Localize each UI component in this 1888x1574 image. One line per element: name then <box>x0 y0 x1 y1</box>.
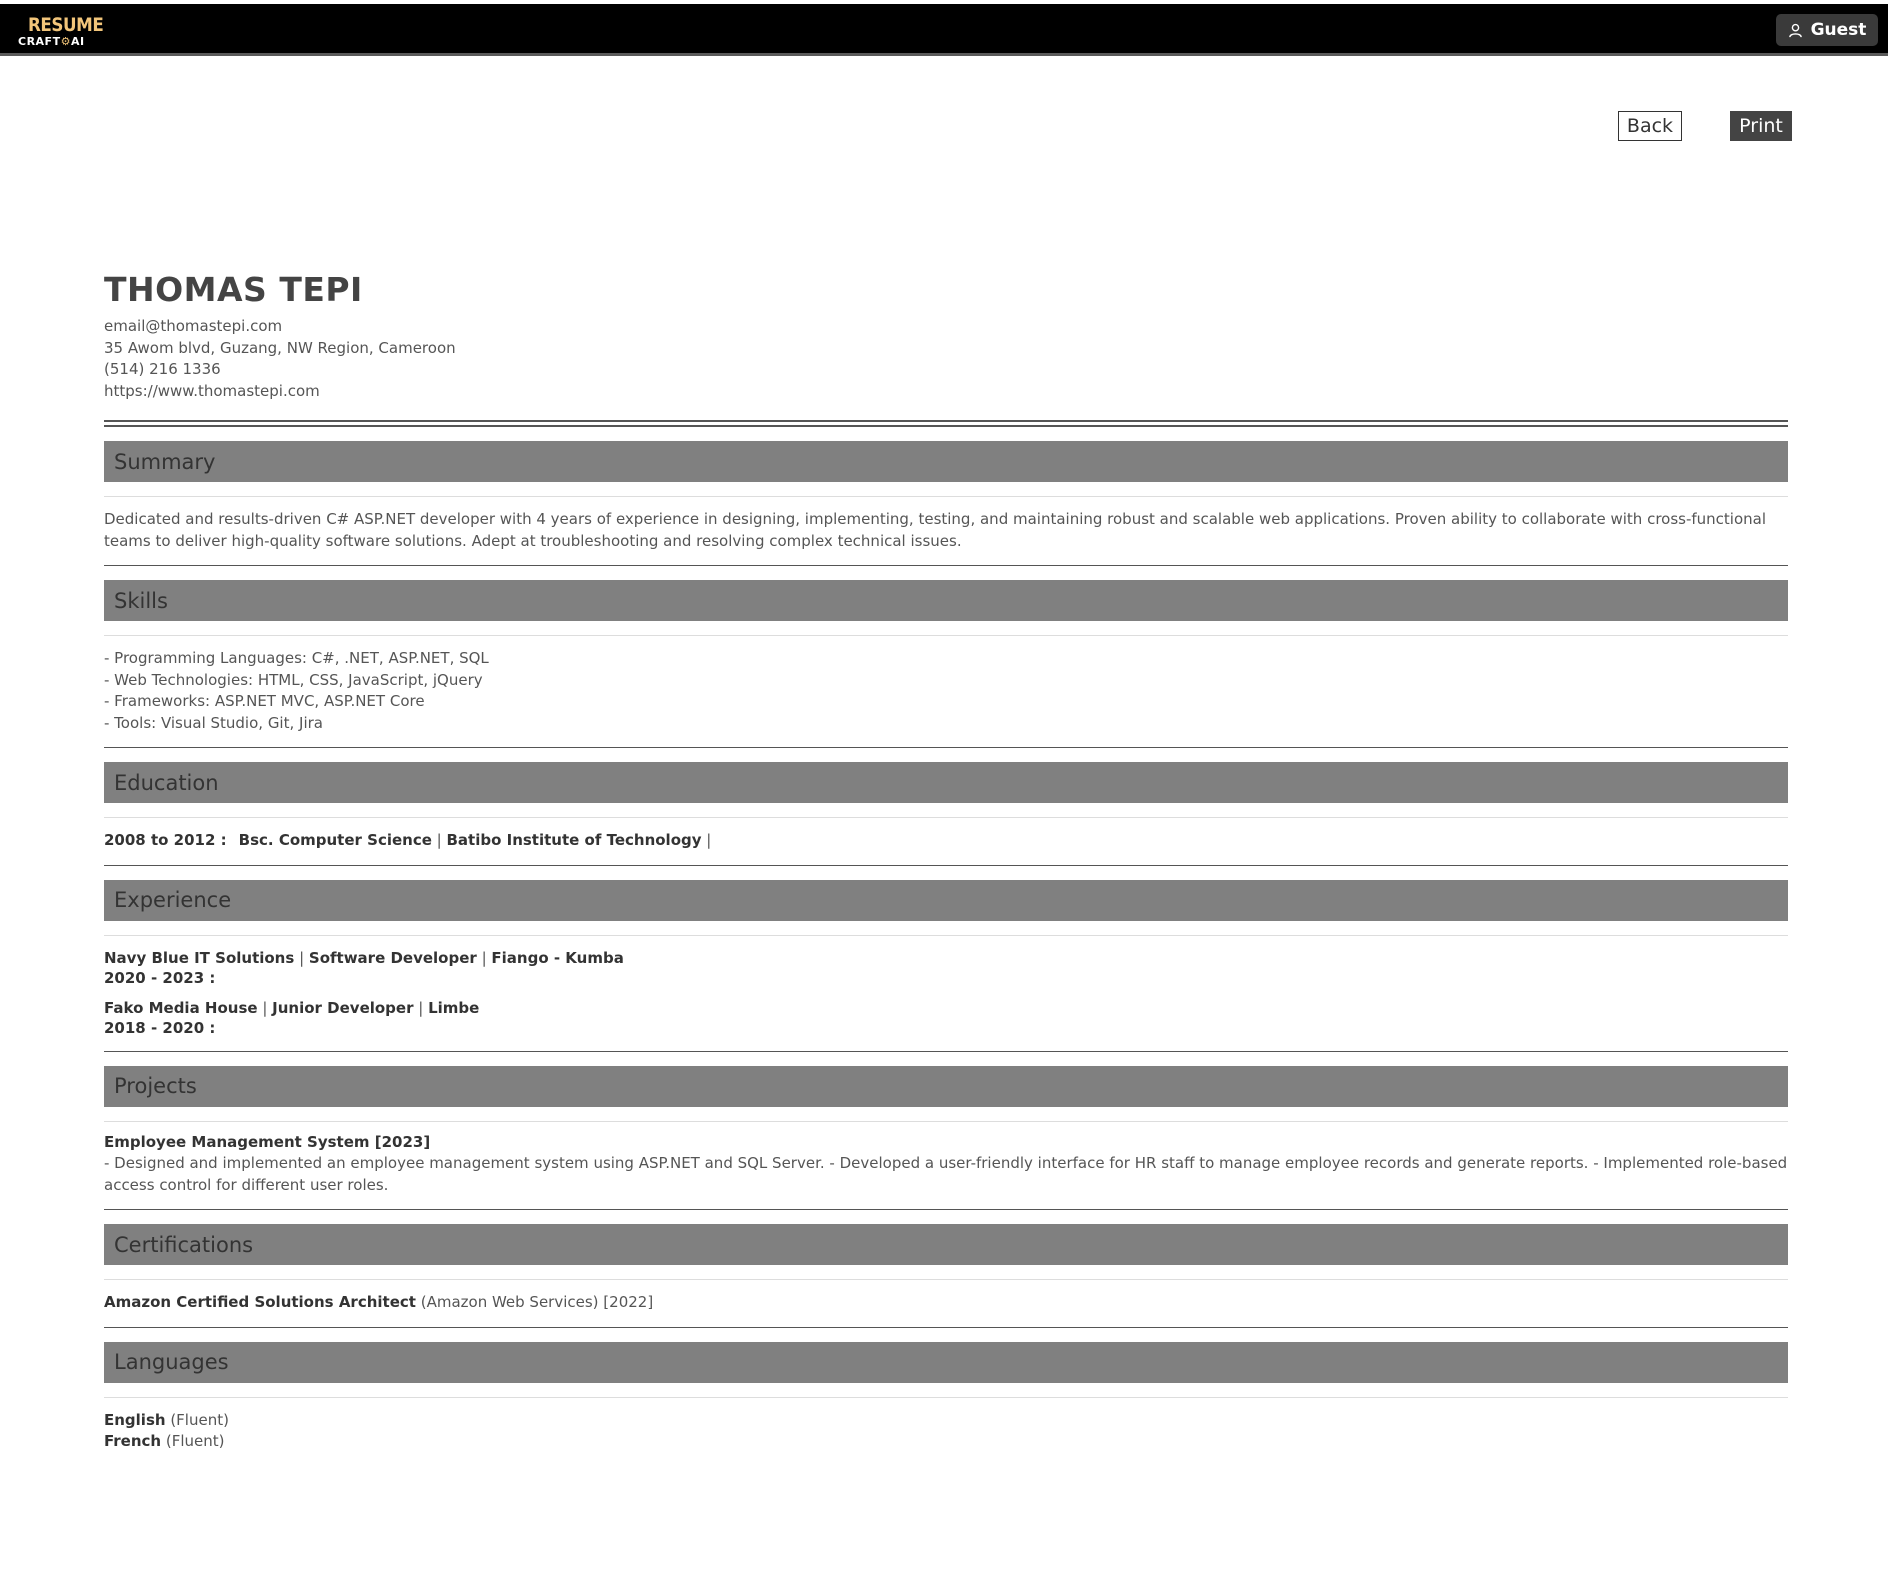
skills-list: - Programming Languages: C#, .NET, ASP.N… <box>104 636 1788 747</box>
section-title: Summary <box>114 449 216 474</box>
experience-entry: Navy Blue IT Solutions | Software Develo… <box>104 948 1788 988</box>
languages-list: English (Fluent) French (Fluent) <box>104 1398 1788 1466</box>
gear-icon: ⚙ <box>60 35 71 48</box>
section-divider <box>104 1326 1788 1328</box>
section-title: Certifications <box>114 1232 254 1257</box>
project-description: - Designed and implemented an employee m… <box>104 1154 1788 1194</box>
education-degree: Bsc. Computer Science <box>238 831 432 849</box>
language-entry: English (Fluent) <box>104 1410 1788 1432</box>
summary-text: Dedicated and results-driven C# ASP.NET … <box>104 510 1767 550</box>
section-header-languages: Languages <box>104 1341 1788 1383</box>
project-entry: Employee Management System [2023] - Desi… <box>104 1122 1788 1210</box>
experience-separator: | <box>257 998 273 1017</box>
logo-craft-text: CRAFT <box>18 35 61 48</box>
certification-issuer: (Amazon Web Services) [2022] <box>415 1293 654 1311</box>
resume-name: THOMAS TEPI <box>104 270 363 309</box>
back-button[interactable]: Back <box>1618 111 1682 141</box>
section-title: Languages <box>114 1350 229 1374</box>
contact-address: 35 Awom blvd, Guzang, NW Region, Cameroo… <box>104 338 456 357</box>
education-school: Batibo Institute of Technology <box>446 831 702 849</box>
experience-dates: 2018 - 2020 : <box>104 1018 216 1037</box>
logo-wordmark-bottom: CRAFT⚙AI <box>18 36 114 47</box>
top-navbar: RESUME CRAFT⚙AI Guest <box>0 4 1888 56</box>
experience-list: Navy Blue IT Solutions | Software Develo… <box>104 936 1788 1051</box>
resume-craft-ai-logo[interactable]: RESUME CRAFT⚙AI <box>18 14 114 48</box>
section-header-certifications: Certifications <box>104 1224 1788 1265</box>
skill-item: - Web Technologies: HTML, CSS, JavaScrip… <box>104 670 483 689</box>
language-name: English <box>104 1410 166 1429</box>
skill-item: - Frameworks: ASP.NET MVC, ASP.NET Core <box>104 692 425 710</box>
header-divider <box>104 420 1788 427</box>
section-divider <box>104 747 1788 748</box>
experience-entry: Fako Media House | Junior Developer | Li… <box>104 998 1788 1038</box>
section-divider <box>104 864 1788 866</box>
certification-name: Amazon Certified Solutions Architect <box>104 1293 416 1311</box>
skill-item: - Programming Languages: C#, .NET, ASP.N… <box>104 649 489 667</box>
print-button[interactable]: Print <box>1730 111 1792 141</box>
project-name: Employee Management System [2023] <box>104 1132 431 1151</box>
experience-role: Junior Developer <box>272 998 414 1017</box>
section-header-summary: Summary <box>104 441 1788 482</box>
experience-location: Limbe <box>428 998 480 1017</box>
contact-info: email@thomastepi.com 35 Awom blvd, Guzan… <box>104 316 1788 402</box>
contact-phone: (514) 216 1336 <box>104 360 221 378</box>
education-separator: | <box>701 831 712 849</box>
education-separator: | <box>431 831 447 849</box>
experience-separator: | <box>294 948 309 967</box>
logo-ai-text: AI <box>70 35 85 48</box>
section-header-education: Education <box>104 762 1788 803</box>
language-level: (Fluent) <box>165 1410 229 1429</box>
contact-website: https://www.thomastepi.com <box>104 381 320 400</box>
education-dates: 2008 to 2012 : <box>104 831 227 849</box>
section-title: Projects <box>114 1074 197 1098</box>
certification-entry: Amazon Certified Solutions Architect (Am… <box>104 1280 1788 1327</box>
education-entry: 2008 to 2012 : Bsc. Computer Science | Ba… <box>104 818 1788 865</box>
section-title: Experience <box>114 888 232 912</box>
logo-wordmark-top: RESUME <box>28 14 104 36</box>
guest-account-button[interactable]: Guest <box>1776 14 1878 46</box>
guest-label: Guest <box>1810 20 1867 40</box>
section-title: Skills <box>114 588 168 613</box>
section-divider <box>104 565 1788 566</box>
experience-location: Fiango - Kumba <box>491 948 624 967</box>
skill-item: - Tools: Visual Studio, Git, Jira <box>104 713 323 732</box>
experience-company: Fako Media House <box>104 998 258 1017</box>
section-header-projects: Projects <box>104 1065 1788 1107</box>
experience-separator: | <box>476 948 492 967</box>
section-title: Education <box>114 770 219 795</box>
experience-role: Software Developer <box>308 948 477 967</box>
resume-preview: THOMAS TEPI email@thomastepi.com 35 Awom… <box>104 270 1788 1466</box>
language-entry: French (Fluent) <box>104 1431 1788 1453</box>
section-header-skills: Skills <box>104 580 1788 621</box>
language-level: (Fluent) <box>161 1432 225 1450</box>
section-divider <box>104 1209 1788 1210</box>
section-header-experience: Experience <box>104 879 1788 921</box>
section-divider <box>104 1050 1788 1052</box>
user-icon <box>1788 23 1802 37</box>
experience-dates: 2020 - 2023 : <box>104 968 216 987</box>
experience-company: Navy Blue IT Solutions <box>104 948 295 967</box>
language-name: French <box>104 1432 162 1450</box>
experience-separator: | <box>413 998 429 1017</box>
contact-email: email@thomastepi.com <box>104 317 283 335</box>
